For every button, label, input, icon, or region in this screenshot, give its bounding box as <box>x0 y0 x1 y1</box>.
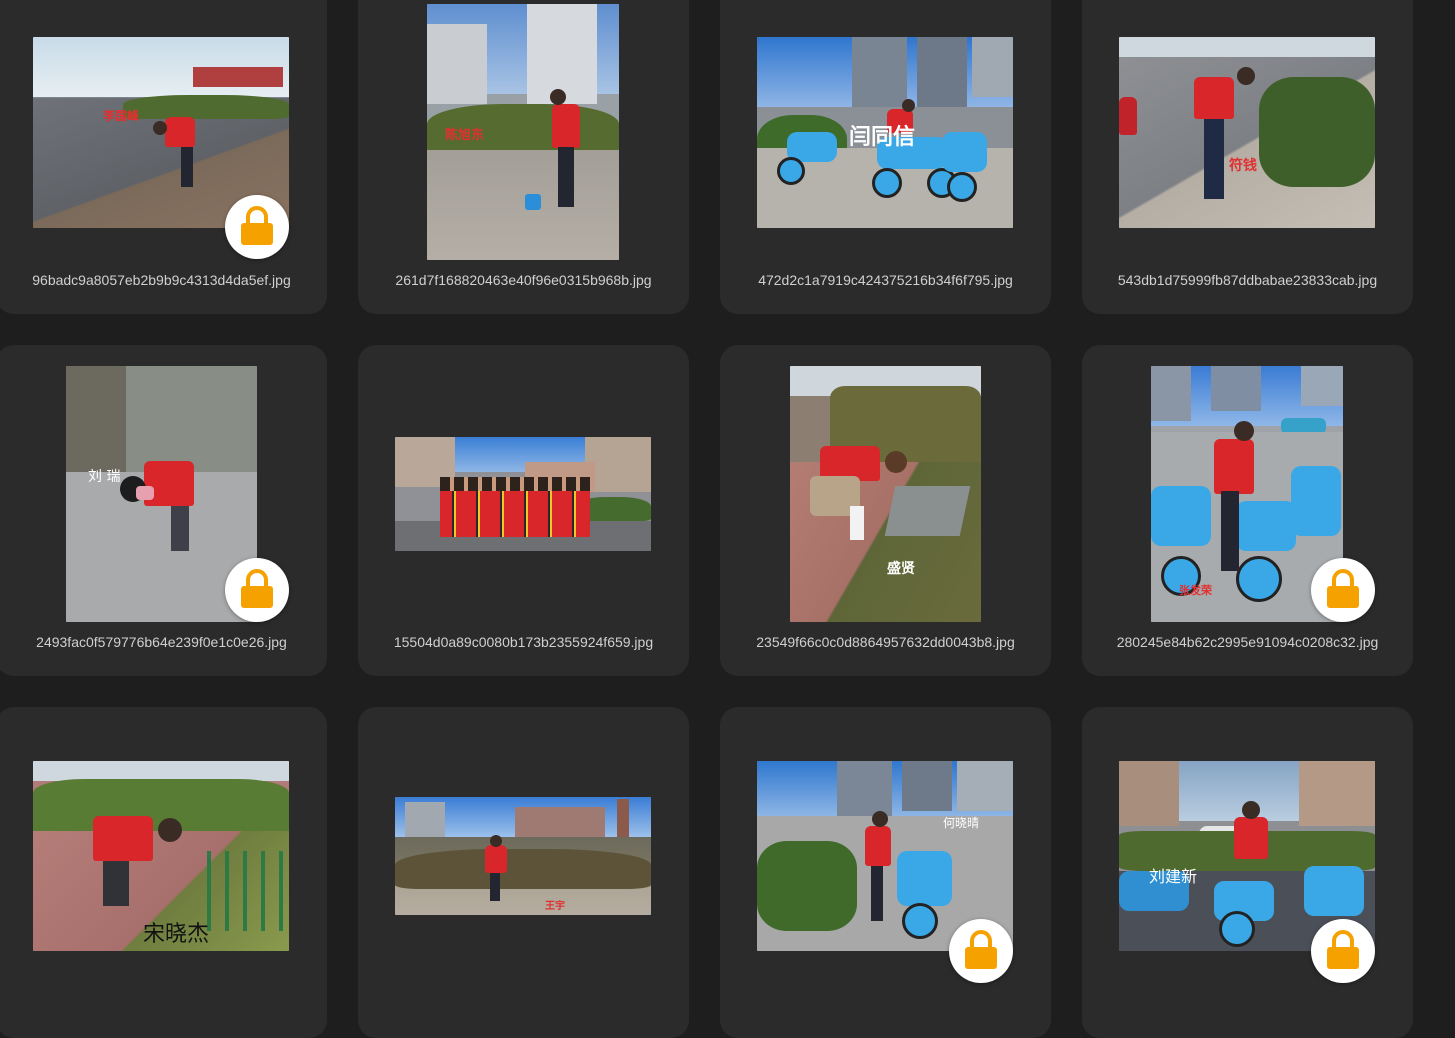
thumbnail-image[interactable]: 符钱 <box>1119 37 1375 228</box>
name-watermark: 盛贤 <box>887 561 915 577</box>
name-watermark: 刘 瑞 <box>88 469 121 485</box>
thumbnail-image[interactable]: 王宇 <box>395 797 651 915</box>
gallery-card[interactable]: 15504d0a89c0080b173b2355924f659.jpg <box>358 345 689 676</box>
name-watermark: 刘建新 <box>1149 867 1198 886</box>
name-watermark: 闫同信 <box>849 125 916 150</box>
gallery-card[interactable]: 符钱 543db1d75999fb87ddbabae23833cab.jpg <box>1082 0 1413 314</box>
file-name: 472d2c1a7919c424375216b34f6f795.jpg <box>758 272 1013 288</box>
file-name: 96badc9a8057eb2b9b9c4313d4da5ef.jpg <box>32 272 291 288</box>
lock-icon[interactable] <box>1311 558 1375 622</box>
file-name: 543db1d75999fb87ddbabae23833cab.jpg <box>1117 272 1378 288</box>
name-watermark: 李国峰 <box>103 109 140 123</box>
gallery-card[interactable]: 闫同信 472d2c1a7919c424375216b34f6f795.jpg <box>720 0 1051 314</box>
thumbnail-image[interactable]: 盛贤 <box>790 366 981 622</box>
lock-icon[interactable] <box>1311 919 1375 983</box>
name-watermark: 陈旭东 <box>445 128 485 143</box>
file-name: 2493fac0f579776b64e239f0e1c0e26.jpg <box>36 634 287 650</box>
name-watermark: 符钱 <box>1229 158 1257 174</box>
file-name: 261d7f168820463e40f96e0315b968b.jpg <box>395 272 652 288</box>
name-watermark: 张发荣 <box>1179 584 1212 597</box>
lock-icon[interactable] <box>225 558 289 622</box>
gallery-card[interactable]: 李国峰 96badc9a8057eb2b9b9c4313d4da5ef.jpg <box>0 0 327 314</box>
gallery-card[interactable]: 盛贤 23549f66c0c0d8864957632dd0043b8.jpg <box>720 345 1051 676</box>
lock-icon[interactable] <box>949 919 1013 983</box>
gallery-card[interactable]: 张发荣 280245e84b62c2995e91094c0208c32.jpg <box>1082 345 1413 676</box>
file-name: 15504d0a89c0080b173b2355924f659.jpg <box>393 634 654 650</box>
thumbnail-image[interactable]: 陈旭东 <box>427 4 619 260</box>
gallery-card[interactable]: 王宇 <box>358 707 689 1038</box>
gallery-card[interactable]: 何晓晴 <box>720 707 1051 1038</box>
lock-icon[interactable] <box>225 195 289 259</box>
name-watermark: 王宇 <box>545 901 565 912</box>
name-watermark: 宋晓杰 <box>143 922 210 947</box>
name-watermark: 何晓晴 <box>943 816 980 830</box>
thumbnail-image[interactable] <box>395 437 651 551</box>
thumbnail-image[interactable]: 宋晓杰 <box>33 761 289 951</box>
file-name: 280245e84b62c2995e91094c0208c32.jpg <box>1116 634 1379 650</box>
thumbnail-image[interactable]: 闫同信 <box>757 37 1013 228</box>
gallery-card[interactable]: 刘 瑞 2493fac0f579776b64e239f0e1c0e26.jpg <box>0 345 327 676</box>
file-name: 23549f66c0c0d8864957632dd0043b8.jpg <box>756 634 1015 650</box>
gallery-card[interactable]: 刘建新 <box>1082 707 1413 1038</box>
gallery-card[interactable]: 宋晓杰 <box>0 707 327 1038</box>
gallery-card[interactable]: 陈旭东 261d7f168820463e40f96e0315b968b.jpg <box>358 0 689 314</box>
